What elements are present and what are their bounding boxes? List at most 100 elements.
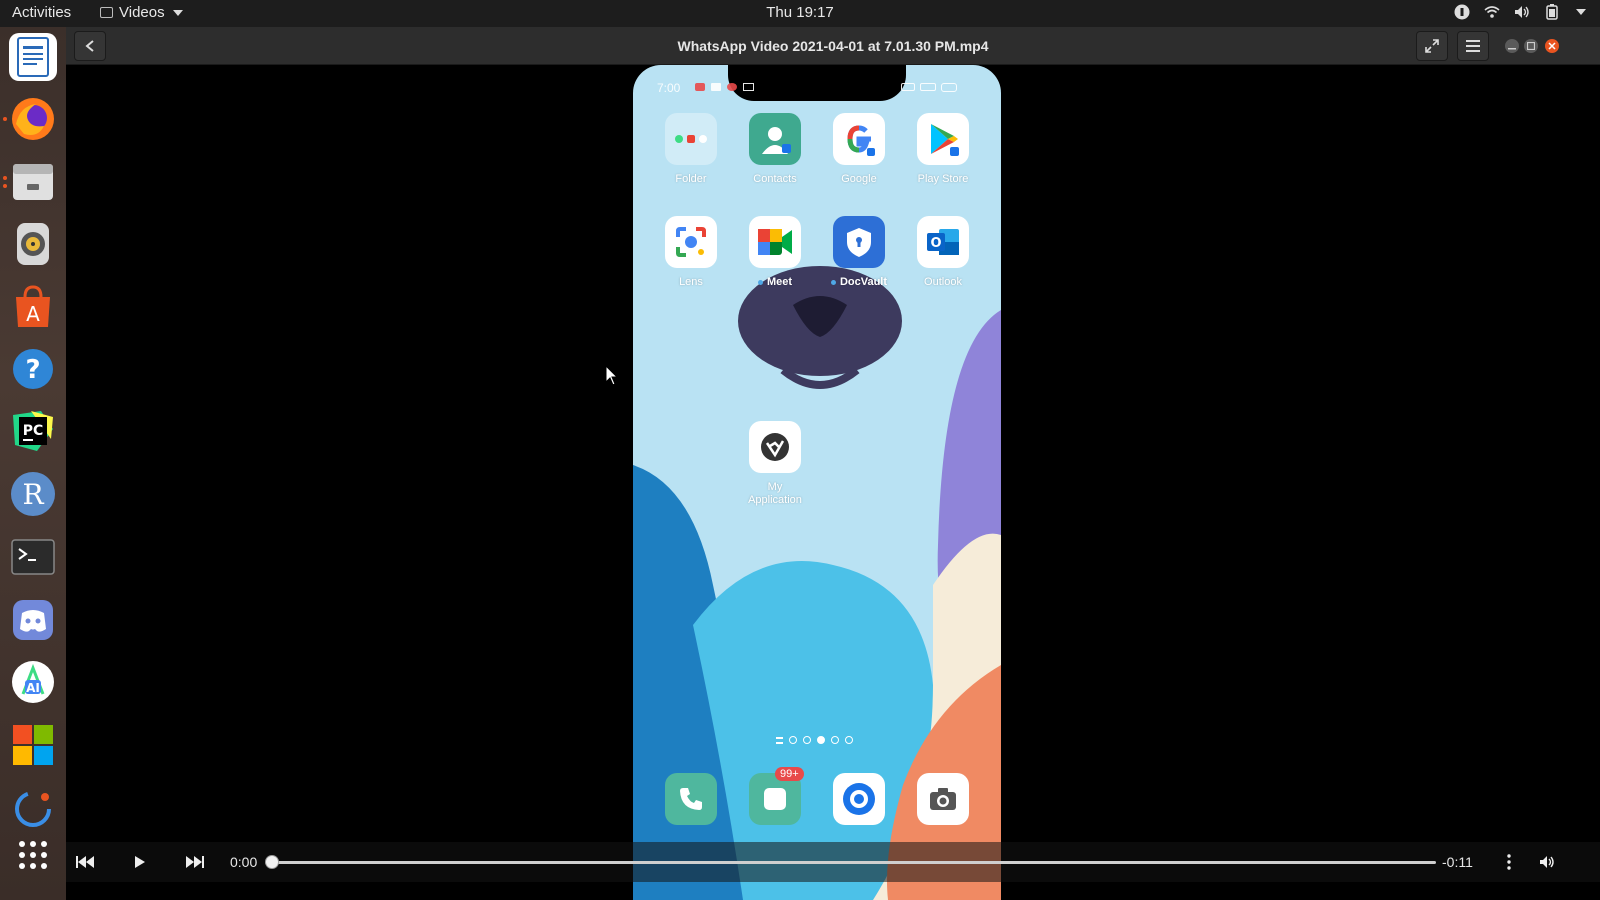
play-button[interactable]: [128, 850, 152, 874]
meet-icon: [749, 216, 801, 268]
phone-notch: [728, 65, 906, 101]
maximize-icon: [1527, 42, 1535, 50]
top-bar: Activities Videos Thu 19:17: [0, 0, 1600, 27]
app-contacts: Contacts: [735, 113, 815, 186]
close-icon: [1548, 42, 1556, 50]
outlook-icon: O: [917, 216, 969, 268]
svg-text:?: ?: [25, 355, 40, 385]
my-application-icon: [749, 421, 801, 473]
app-my-application: My Application: [735, 421, 815, 507]
hamburger-menu-button[interactable]: [1457, 31, 1489, 61]
help-icon[interactable]: ?: [9, 345, 57, 393]
android-studio-icon[interactable]: AI: [9, 658, 57, 706]
skip-forward-button[interactable]: [183, 850, 207, 874]
lens-icon: [665, 216, 717, 268]
window-title: WhatsApp Video 2021-04-01 at 7.01.30 PM.…: [677, 38, 989, 54]
app-label: Play Store: [917, 173, 969, 185]
list-page-indicator: [776, 736, 783, 744]
dock: A ? PC R AI: [0, 27, 66, 900]
libreoffice-writer-icon[interactable]: [9, 33, 57, 81]
video-frame-phone-screen: 7:00 Folder Contacts Google Play Store L…: [633, 65, 1001, 900]
microsoft-app-icon[interactable]: [9, 721, 57, 769]
terminal-icon[interactable]: [9, 533, 57, 581]
laptop-icon: [743, 83, 754, 91]
google-icon: [833, 113, 885, 165]
phone-notification-icons: [695, 83, 754, 91]
volume-icon: [1540, 856, 1554, 868]
accessibility-icon[interactable]: [1454, 4, 1470, 20]
page-dot: [803, 736, 811, 744]
rhythmbox-icon[interactable]: [9, 220, 57, 268]
minimize-icon: [1508, 48, 1516, 50]
window-header: WhatsApp Video 2021-04-01 at 7.01.30 PM.…: [66, 27, 1600, 65]
software-center-icon[interactable]: A: [9, 283, 57, 331]
app-lens: Lens: [651, 216, 731, 289]
notification-icon: [727, 83, 737, 91]
minimize-button[interactable]: [1505, 39, 1519, 53]
phone-dialer-icon: [665, 773, 717, 825]
app-google: Google: [819, 113, 899, 186]
remaining-time: -0:11: [1442, 854, 1473, 870]
app-outlook: O Outlook: [903, 216, 983, 289]
app-label: Google: [841, 173, 877, 185]
app-label: DocVault: [819, 276, 899, 289]
seek-handle[interactable]: [265, 855, 279, 869]
page-dot: [831, 736, 839, 744]
show-applications-icon[interactable]: [9, 831, 57, 879]
phone-status-time: 7:00: [657, 81, 681, 95]
camera-icon: [917, 773, 969, 825]
clock[interactable]: Thu 19:17: [0, 4, 1600, 21]
r-language-icon[interactable]: R: [9, 470, 57, 518]
skip-back-button[interactable]: [73, 850, 97, 874]
app-folder: Folder: [651, 113, 731, 186]
seek-bar[interactable]: [265, 855, 1436, 869]
video-stage[interactable]: 7:00 Folder Contacts Google Play Store L…: [66, 65, 1600, 900]
running-indicator: [3, 184, 7, 188]
file-manager-icon[interactable]: [9, 158, 57, 206]
close-button[interactable]: [1545, 39, 1559, 53]
chevron-down-icon[interactable]: [1576, 9, 1586, 15]
pycharm-icon[interactable]: PC: [9, 407, 57, 455]
volume-button[interactable]: [1536, 850, 1560, 874]
system-tray[interactable]: [1454, 4, 1586, 20]
home-page-indicator: [776, 736, 853, 744]
battery-icon: [941, 83, 957, 92]
wifi-icon[interactable]: [1484, 4, 1500, 20]
fullscreen-button[interactable]: [1416, 31, 1448, 61]
page-dot-active: [817, 736, 825, 744]
player-controls: 0:00 -0:11: [66, 842, 1600, 882]
page-dot: [845, 736, 853, 744]
messages-icon: 99+: [749, 767, 804, 825]
page-dot: [789, 736, 797, 744]
svg-text:R: R: [22, 478, 44, 511]
app-label: Meet: [735, 276, 815, 289]
play-store-icon: [917, 113, 969, 165]
folder-icon: [665, 113, 717, 165]
play-icon: [135, 856, 145, 868]
app-label: My Application: [748, 481, 802, 506]
current-time: 0:00: [230, 854, 258, 870]
svg-text:PC: PC: [23, 423, 44, 439]
phone-system-icons: [901, 83, 957, 92]
browser-icon: [833, 773, 885, 825]
app-play-store: Play Store: [903, 113, 983, 186]
svg-text:O: O: [930, 236, 941, 251]
app-docvault: DocVault: [819, 216, 899, 289]
app-label: Folder: [675, 173, 707, 185]
running-indicator: [3, 176, 7, 180]
app-label: Lens: [679, 276, 703, 288]
update-manager-icon[interactable]: [9, 783, 57, 831]
volume-icon[interactable]: [1514, 4, 1530, 20]
signal-icon: [920, 83, 936, 91]
skip-forward-icon: [186, 856, 204, 868]
maximize-button[interactable]: [1524, 39, 1538, 53]
more-options-button[interactable]: [1497, 850, 1521, 874]
firefox-icon[interactable]: [9, 95, 57, 143]
hamburger-icon: [1466, 40, 1480, 52]
new-app-dot: [757, 279, 763, 285]
vertical-dots-icon: [1507, 854, 1511, 870]
battery-icon[interactable]: [1544, 4, 1560, 20]
discord-icon[interactable]: [9, 596, 57, 644]
app-meet: Meet: [735, 216, 815, 289]
contacts-icon: [749, 113, 801, 165]
